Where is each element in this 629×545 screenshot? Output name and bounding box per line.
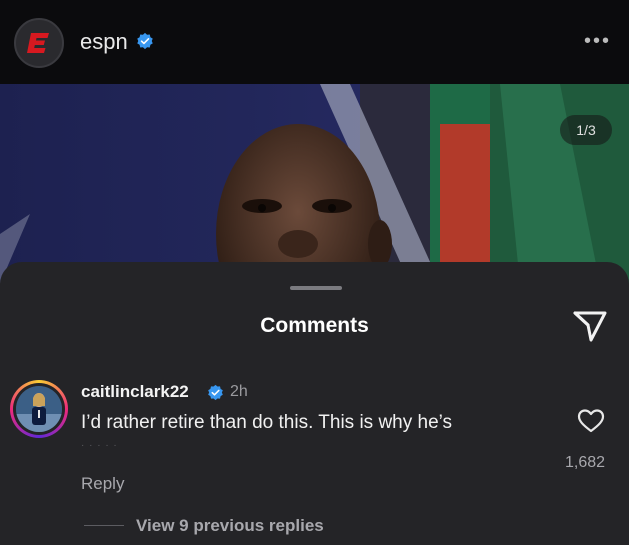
sheet-drag-handle[interactable] [290, 286, 342, 290]
commenter-photo [16, 386, 62, 432]
more-icon[interactable]: ••• [584, 30, 611, 53]
comment-text-overflow: · · · · · [81, 440, 118, 451]
image-counter: 1/3 [560, 115, 612, 145]
like-count: 1,682 [565, 454, 606, 471]
comment-text: I’d rather retire than do this. This is … [81, 412, 453, 433]
commenter-avatar[interactable] [10, 380, 68, 438]
share-icon[interactable] [571, 308, 609, 344]
verified-icon [208, 384, 223, 401]
comments-sheet: Comments caitlinclark22 2h I’d rather re… [0, 262, 629, 545]
verified-icon [137, 32, 153, 50]
espn-logo-icon [27, 33, 49, 53]
espn-avatar[interactable] [14, 18, 64, 68]
heart-icon[interactable] [577, 408, 605, 434]
comment-username[interactable]: caitlinclark22 [81, 382, 189, 402]
reply-button[interactable]: Reply [81, 474, 124, 494]
post-header: espn ••• [0, 0, 629, 84]
post-username[interactable]: espn [80, 29, 128, 55]
replies-divider [84, 525, 124, 526]
post-photo-graphic [0, 84, 629, 284]
comment-time: 2h [230, 383, 248, 400]
view-replies-button[interactable]: View 9 previous replies [136, 516, 324, 536]
sheet-title: Comments [260, 314, 369, 337]
post-image[interactable] [0, 84, 629, 284]
